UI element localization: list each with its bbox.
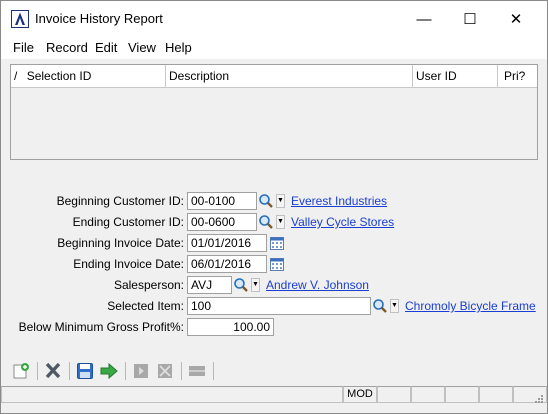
ending-customer-link[interactable]: Valley Cycle Stores [291, 215, 394, 229]
sort-indicator-icon: / [14, 69, 18, 83]
menu-record[interactable]: Record [46, 40, 88, 55]
toolbar-separator [213, 362, 214, 380]
salesperson-link[interactable]: Andrew V. Johnson [266, 278, 369, 292]
below-min-gp-label: Below Minimum Gross Profit%: [18, 320, 184, 334]
beginning-customer-label: Beginning Customer ID: [56, 194, 184, 208]
salesperson-input[interactable]: AVJ [187, 276, 232, 294]
toolbar-separator [181, 362, 182, 380]
grid-header: / Selection ID Description User ID Pri? [11, 65, 537, 88]
calendar-icon[interactable] [269, 256, 285, 272]
toolbar-separator [125, 362, 126, 380]
close-button[interactable]: ✕ [493, 1, 539, 37]
window-title: Invoice History Report [35, 11, 163, 26]
ending-customer-label: Ending Customer ID: [72, 215, 184, 229]
search-icon[interactable] [258, 214, 274, 230]
menu-view[interactable]: View [128, 40, 156, 55]
status-pane-message [1, 386, 343, 403]
save-icon[interactable] [75, 362, 95, 380]
chevron-down-icon[interactable]: ▼ [390, 299, 399, 313]
selected-item-input[interactable]: 100 [187, 297, 371, 315]
status-pane-mode: MOD [343, 386, 377, 403]
delete-icon[interactable] [43, 362, 63, 380]
column-user-id[interactable]: User ID [413, 65, 498, 87]
beginning-customer-link[interactable]: Everest Industries [291, 194, 387, 208]
salesperson-label: Salesperson: [113, 278, 184, 292]
maximize-icon: ☐ [463, 11, 477, 28]
disabled-expand-icon [158, 364, 172, 378]
toolbar-separator [37, 362, 38, 380]
search-icon[interactable] [372, 298, 388, 314]
menu-help[interactable]: Help [165, 40, 192, 55]
selected-item-label: Selected Item: [107, 299, 184, 313]
resize-grip-icon[interactable] [533, 393, 543, 403]
below-min-gp-input[interactable]: 100.00 [187, 318, 274, 336]
menu-bar: File Record Edit View Help [1, 37, 547, 59]
status-bar: MOD [1, 385, 547, 405]
new-record-icon[interactable] [11, 362, 31, 380]
close-icon: ✕ [509, 11, 523, 28]
column-selection-id[interactable]: / Selection ID [11, 65, 166, 87]
search-icon[interactable] [258, 193, 274, 209]
maximize-button[interactable]: ☐ [447, 1, 493, 37]
app-logo-icon [11, 10, 29, 28]
column-pri-label: Pri? [504, 69, 526, 83]
disabled-icon [134, 364, 148, 378]
menu-file[interactable]: File [13, 40, 34, 55]
chevron-down-icon[interactable]: ▼ [276, 215, 285, 229]
title-bar: Invoice History Report — ☐ ✕ [1, 1, 547, 37]
disabled-bar-icon [189, 366, 205, 376]
chevron-down-icon[interactable]: ▼ [276, 194, 285, 208]
status-pane [445, 386, 479, 403]
invoice-history-window: Invoice History Report — ☐ ✕ File Record… [0, 0, 548, 414]
menu-edit[interactable]: Edit [95, 40, 117, 55]
minimize-icon: — [416, 10, 432, 28]
beginning-customer-input[interactable]: 00-0100 [187, 192, 257, 210]
beginning-invoice-date-label: Beginning Invoice Date: [57, 236, 184, 250]
ending-invoice-date-label: Ending Invoice Date: [73, 257, 184, 271]
selected-item-link[interactable]: Chromoly Bicycle Frame [405, 299, 536, 313]
status-pane [411, 386, 445, 403]
run-report-icon[interactable] [99, 362, 119, 380]
toolbar-separator [69, 362, 70, 380]
toolbar [1, 358, 547, 384]
search-icon[interactable] [233, 277, 249, 293]
beginning-invoice-date-input[interactable]: 01/01/2016 [187, 234, 267, 252]
status-pane [377, 386, 411, 403]
status-pane [479, 386, 513, 403]
ending-customer-input[interactable]: 00-0600 [187, 213, 257, 231]
chevron-down-icon[interactable]: ▼ [251, 278, 260, 292]
column-description-label: Description [169, 69, 230, 83]
column-selection-id-label: Selection ID [26, 69, 92, 83]
minimize-button[interactable]: — [401, 1, 447, 37]
column-pri[interactable]: Pri? [498, 65, 537, 87]
column-user-id-label: User ID [416, 69, 457, 83]
column-description[interactable]: Description [166, 65, 413, 87]
calendar-icon[interactable] [269, 235, 285, 251]
ending-invoice-date-input[interactable]: 06/01/2016 [187, 255, 267, 273]
selection-grid[interactable]: / Selection ID Description User ID Pri? [10, 64, 538, 160]
